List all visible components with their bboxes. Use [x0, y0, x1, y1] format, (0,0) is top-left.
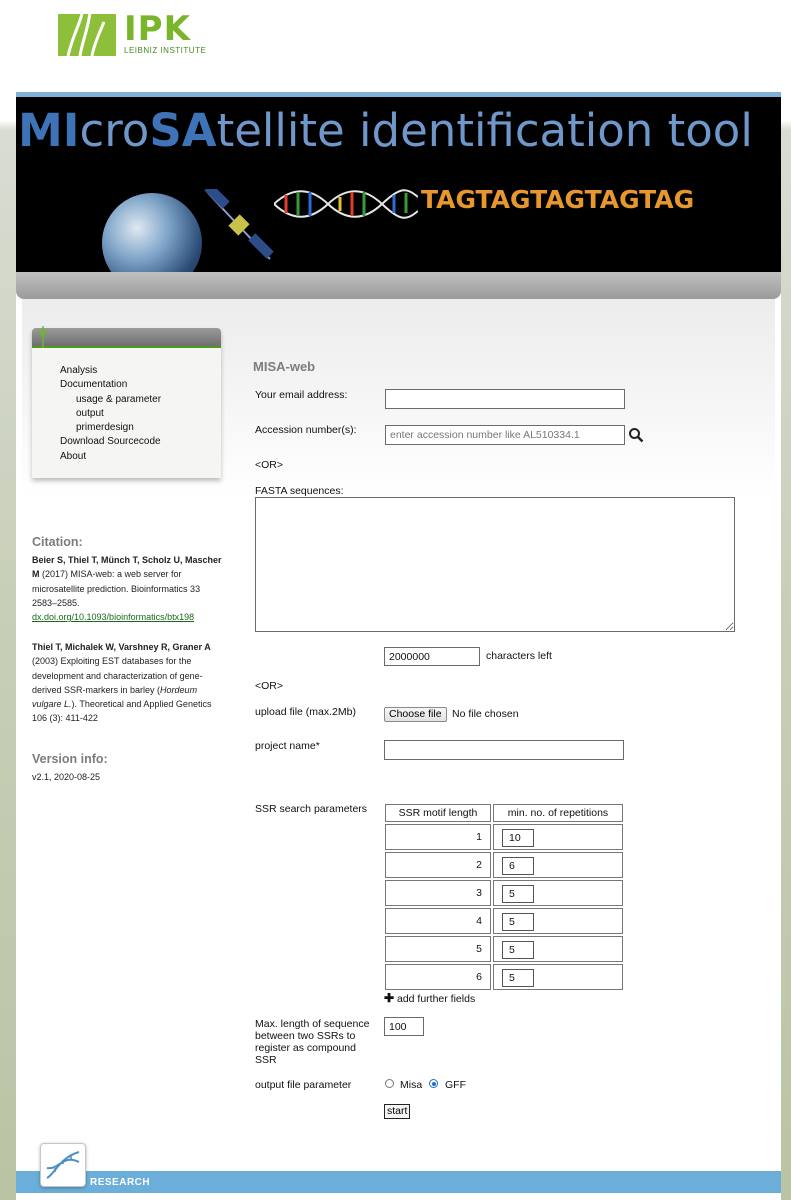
banner-title-part: SA	[149, 104, 217, 157]
add-fields-label: add further fields	[396, 993, 476, 1005]
ssr-motif-length-cell: 5	[385, 936, 491, 962]
ssr-repetitions-cell: 6	[493, 852, 623, 878]
output-misa-radio[interactable]	[385, 1079, 394, 1088]
citation-heading: Citation:	[32, 535, 83, 549]
ssr-motif-length-cell: 6	[385, 964, 491, 990]
banner-sequence: TAGTAGTAGTAGTAG	[421, 185, 695, 214]
search-icon[interactable]	[628, 427, 644, 443]
ipk-logo[interactable]: IPK LEIBNIZ INSTITUTE	[58, 0, 218, 60]
ssr-repetitions-cell: 5	[493, 936, 623, 962]
citation-2-authors: Thiel T, Michalek W, Varshney R, Graner …	[32, 642, 211, 652]
ssr-repetitions-input[interactable]: 5	[502, 885, 534, 903]
project-name-input[interactable]	[384, 740, 624, 760]
start-button[interactable]: start	[384, 1104, 411, 1119]
sidebar-item-download-sourcecode[interactable]: Download Sourcecode	[60, 435, 161, 449]
ssr-col-repetitions-header: min. no. of repetitions	[493, 804, 623, 822]
ssr-repetitions-input[interactable]: 10	[502, 829, 534, 847]
sidebar-item-documentation[interactable]: Documentation	[60, 378, 161, 392]
footer-research-label: RESEARCH	[90, 1177, 151, 1188]
ssr-repetitions-input[interactable]: 6	[502, 857, 534, 875]
ssr-repetitions-input[interactable]: 5	[502, 913, 534, 931]
citation-1-doi-link[interactable]: dx.doi.org/10.1093/bioinformatics/btx198	[32, 612, 194, 622]
ssr-motif-length-cell: 1	[385, 824, 491, 850]
plus-icon: ✚	[384, 991, 395, 1005]
banner-title-part: tellite identification tool	[216, 104, 753, 157]
sidebar-item-analysis[interactable]: Analysis	[60, 364, 161, 378]
citation-2: Thiel T, Michalek W, Varshney R, Graner …	[32, 640, 224, 726]
version-text: v2.1, 2020-08-25	[32, 772, 101, 782]
ssr-repetitions-cell: 10	[493, 824, 623, 850]
accession-input[interactable]	[385, 425, 625, 445]
email-label: Your email address:	[255, 389, 348, 401]
banner: MIcroSAtellite identification tool TAGTA…	[16, 97, 781, 272]
sidebar-nav-header	[32, 326, 221, 348]
output-gff-label: GFF	[445, 1079, 466, 1091]
dna-research-icon	[40, 1143, 86, 1187]
sidebar-nav-list: Analysis Documentation usage & parameter…	[60, 364, 161, 464]
ssr-repetitions-input[interactable]: 5	[502, 941, 534, 959]
version-heading: Version info:	[32, 752, 108, 766]
form-title: MISA-web	[253, 359, 316, 374]
sidebar-item-output[interactable]: output	[60, 407, 161, 421]
citation-1-text: (2017) MISA-web: a web server for micros…	[32, 569, 201, 608]
dna-helix-image	[274, 189, 418, 219]
fasta-label: FASTA sequences:	[255, 485, 344, 497]
maxlen-input[interactable]	[384, 1017, 424, 1036]
or-separator-1: <OR>	[255, 459, 284, 471]
add-fields-link[interactable]: ✚ add further fields	[384, 991, 475, 1005]
characters-left-label: characters left	[486, 650, 552, 662]
output-gff-radio[interactable]	[429, 1079, 438, 1088]
banner-title: MIcroSAtellite identification tool	[18, 107, 753, 155]
logo-text: IPK	[124, 9, 191, 49]
sidebar-nav: Analysis Documentation usage & parameter…	[32, 326, 221, 478]
ipk-logo-icon	[58, 11, 116, 57]
ssr-motif-length-cell: 2	[385, 852, 491, 878]
earth-image	[102, 193, 202, 272]
output-format-label: output file parameter	[255, 1079, 352, 1091]
citation-1: Beier S, Thiel T, Münch T, Scholz U, Mas…	[32, 553, 224, 624]
ssr-repetitions-input[interactable]: 5	[502, 969, 534, 987]
page: IPK LEIBNIZ INSTITUTE MIcroSAtellite ide…	[16, 0, 781, 1200]
output-misa-label: Misa	[400, 1079, 423, 1091]
banner-title-part: cro	[79, 104, 150, 157]
choose-file-button[interactable]: Choose file	[384, 707, 447, 722]
sprout-icon	[37, 326, 49, 348]
logo-subtitle: LEIBNIZ INSTITUTE	[124, 46, 207, 55]
maxlen-label: Max. length of sequence between two SSRs…	[255, 1018, 370, 1066]
characters-left-field	[384, 647, 480, 666]
ssr-col-motif-header: SSR motif length	[385, 804, 491, 822]
menu-bar	[16, 272, 781, 299]
upload-label: upload file (max.2Mb)	[255, 706, 356, 718]
or-separator-2: <OR>	[255, 680, 284, 692]
sidebar-item-primerdesign[interactable]: primerdesign	[60, 421, 161, 435]
satellite-image	[204, 189, 274, 260]
sidebar-item-usage-parameter[interactable]: usage & parameter	[60, 393, 161, 407]
banner-title-part: MI	[18, 104, 80, 157]
no-file-text: No file chosen	[452, 708, 519, 720]
fasta-textarea[interactable]	[255, 497, 735, 632]
ssr-params-label: SSR search parameters	[255, 803, 368, 815]
ssr-motif-length-cell: 3	[385, 880, 491, 906]
email-field[interactable]	[385, 389, 625, 409]
project-name-label: project name*	[255, 740, 320, 752]
ssr-repetitions-cell: 5	[493, 880, 623, 906]
ssr-motif-length-cell: 4	[385, 908, 491, 934]
ssr-repetitions-cell: 5	[493, 964, 623, 990]
accession-label: Accession number(s):	[255, 424, 357, 436]
sidebar-item-about[interactable]: About	[60, 450, 161, 464]
ssr-repetitions-cell: 5	[493, 908, 623, 934]
